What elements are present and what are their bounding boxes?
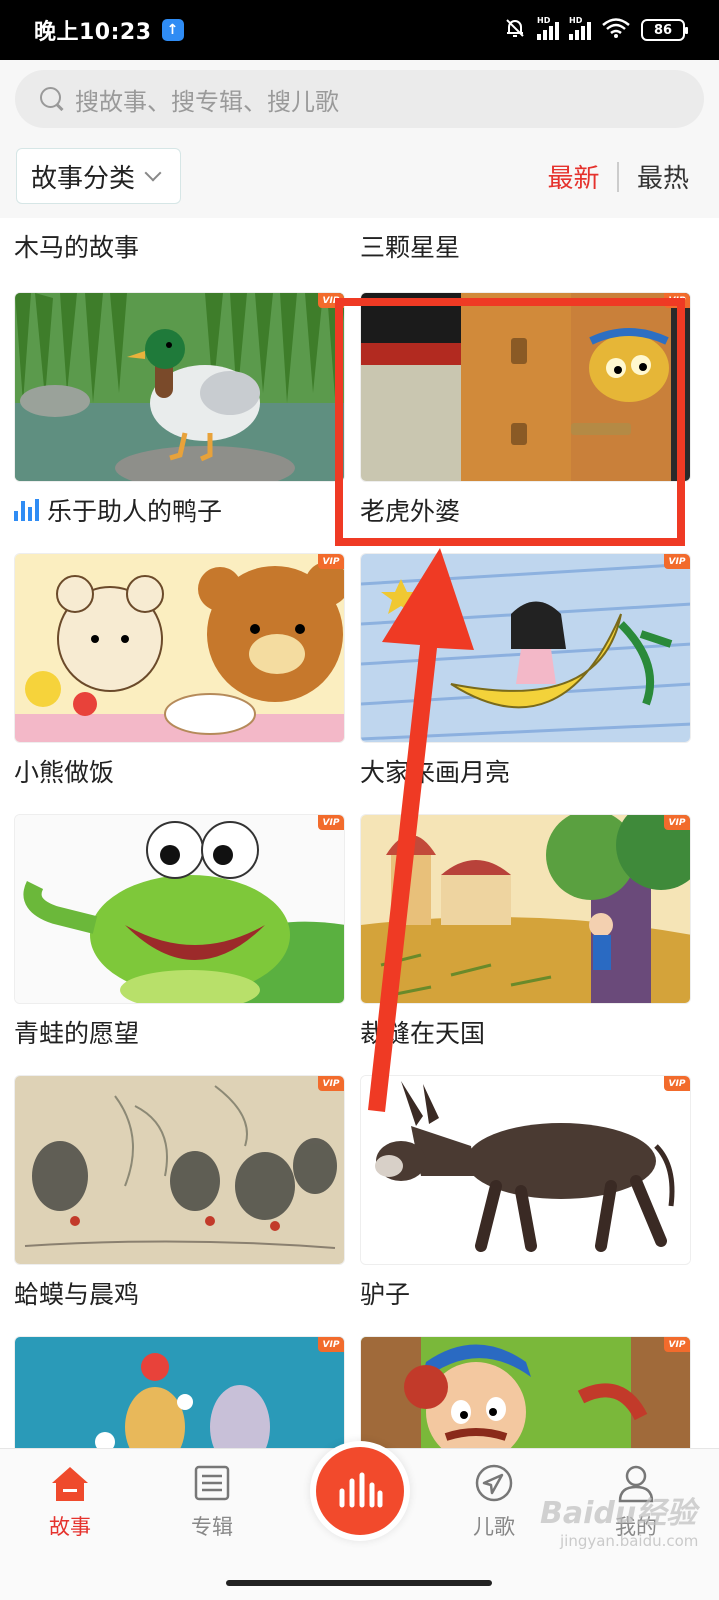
story-card-mustache-man[interactable]: VIP [360, 1336, 691, 1448]
sort-tabs: 最新 最热 [547, 158, 689, 195]
story-title-text: 老虎外婆 [360, 497, 461, 526]
bell-muted-icon [503, 16, 527, 45]
story-card-moon[interactable]: VIP 大家来画月亮 [360, 553, 691, 787]
chevron-down-icon [144, 164, 162, 182]
vip-badge: VIP [664, 554, 690, 569]
story-title: 大家来画月亮 [360, 755, 691, 787]
vip-badge: VIP [664, 1337, 690, 1352]
vip-badge: VIP [664, 293, 690, 308]
story-card-tailor[interactable]: VIP 裁缝在天国 [360, 814, 691, 1048]
tab-albums[interactable]: 专辑 [162, 1461, 262, 1541]
search-input[interactable]: 搜故事、搜专辑、搜儿歌 [15, 70, 704, 128]
tab-songs[interactable]: 儿歌 [444, 1461, 544, 1541]
navigation-arrow-icon [475, 1464, 513, 1502]
watermark-url: jingyan.baidu.com [560, 1532, 699, 1550]
tab-hottest[interactable]: 最热 [637, 158, 689, 195]
story-title: 乐于助人的鸭子 [14, 494, 345, 526]
story-title: 小熊做饭 [14, 755, 345, 787]
search-icon [39, 86, 65, 112]
story-title-text: 大家来画月亮 [360, 758, 511, 787]
home-icon [52, 1467, 88, 1501]
story-thumbnail: VIP [360, 553, 691, 743]
story-title-text: 小熊做饭 [14, 758, 115, 787]
status-bar: 晚上10:23 ↑ HD HD 86 [0, 0, 719, 60]
story-title[interactable]: 三颗星星 [360, 228, 460, 264]
tab-newest[interactable]: 最新 [547, 158, 599, 195]
story-title-text: 青蛙的愿望 [14, 1019, 140, 1048]
story-thumbnail: VIP [360, 292, 691, 482]
vip-badge: VIP [664, 815, 690, 830]
signal-icon-2: HD [569, 16, 591, 40]
category-dropdown[interactable]: 故事分类 [16, 148, 181, 204]
story-title: 蛤蟆与晨鸡 [14, 1277, 345, 1309]
vip-badge: VIP [318, 554, 344, 569]
story-title[interactable]: 木马的故事 [14, 228, 139, 264]
sound-wave-play-icon [339, 1472, 383, 1508]
story-title: 裁缝在天国 [360, 1016, 691, 1048]
story-title: 老虎外婆 [360, 494, 691, 526]
vip-badge: VIP [318, 815, 344, 830]
status-time: 晚上10:23 [34, 20, 152, 45]
story-card-mice[interactable]: VIP [14, 1336, 345, 1448]
album-list-icon [194, 1465, 230, 1501]
tab-label: 故事 [49, 1515, 91, 1539]
tab-stories[interactable]: 故事 [20, 1461, 120, 1541]
tab-label: 儿歌 [473, 1515, 515, 1539]
status-icons: HD HD 86 [503, 16, 688, 45]
sort-divider [617, 161, 619, 192]
header: 搜故事、搜专辑、搜儿歌 故事分类 最新 最热 [0, 60, 719, 218]
category-label: 故事分类 [31, 163, 136, 194]
story-title-text: 裁缝在天国 [360, 1019, 486, 1048]
story-title-text: 乐于助人的鸭子 [47, 497, 223, 526]
story-thumbnail: VIP [360, 1075, 691, 1265]
story-card-bears[interactable]: VIP 小熊做饭 [14, 553, 345, 787]
story-thumbnail: VIP [14, 1075, 345, 1265]
vip-badge: VIP [318, 293, 344, 308]
story-thumbnail: VIP [360, 814, 691, 1004]
vip-badge: VIP [318, 1337, 344, 1352]
story-card-tiger-grandma[interactable]: VIP 老虎外婆 [360, 292, 691, 526]
home-indicator[interactable] [226, 1580, 492, 1586]
story-title: 驴子 [360, 1277, 691, 1309]
story-title-text: 蛤蟆与晨鸡 [14, 1280, 140, 1309]
wifi-icon [601, 17, 631, 43]
story-title-text: 驴子 [360, 1280, 411, 1309]
story-card-donkey[interactable]: VIP 驴子 [360, 1075, 691, 1309]
vip-badge: VIP [318, 1076, 344, 1091]
story-thumbnail: VIP [14, 292, 345, 482]
signal-icon: HD [537, 16, 559, 40]
battery-icon: 86 [641, 19, 688, 41]
watermark-brand: Baidu经验 [540, 1496, 697, 1531]
center-play-button[interactable] [316, 1447, 404, 1535]
now-playing-icon [14, 499, 39, 521]
search-placeholder: 搜故事、搜专辑、搜儿歌 [75, 87, 339, 116]
story-card-frog[interactable]: VIP 青蛙的愿望 [14, 814, 345, 1048]
story-thumbnail: VIP [14, 1336, 345, 1448]
story-card-duck[interactable]: VIP 乐于助人的鸭子 [14, 292, 345, 526]
upload-arrow-icon: ↑ [161, 19, 184, 41]
story-title: 青蛙的愿望 [14, 1016, 345, 1048]
story-thumbnail: VIP [14, 553, 345, 743]
story-card-chickens[interactable]: VIP 蛤蟆与晨鸡 [14, 1075, 345, 1309]
hd-label: HD [537, 16, 551, 25]
tab-label: 专辑 [191, 1515, 233, 1539]
story-list[interactable]: 木马的故事 三颗星星 VIP 乐于助人的鸭子 VIP 老虎外婆 VIP 小熊做饭… [0, 218, 719, 1448]
vip-badge: VIP [664, 1076, 690, 1091]
story-thumbnail: VIP [14, 814, 345, 1004]
story-thumbnail: VIP [360, 1336, 691, 1448]
hd-label-2: HD [569, 16, 583, 25]
